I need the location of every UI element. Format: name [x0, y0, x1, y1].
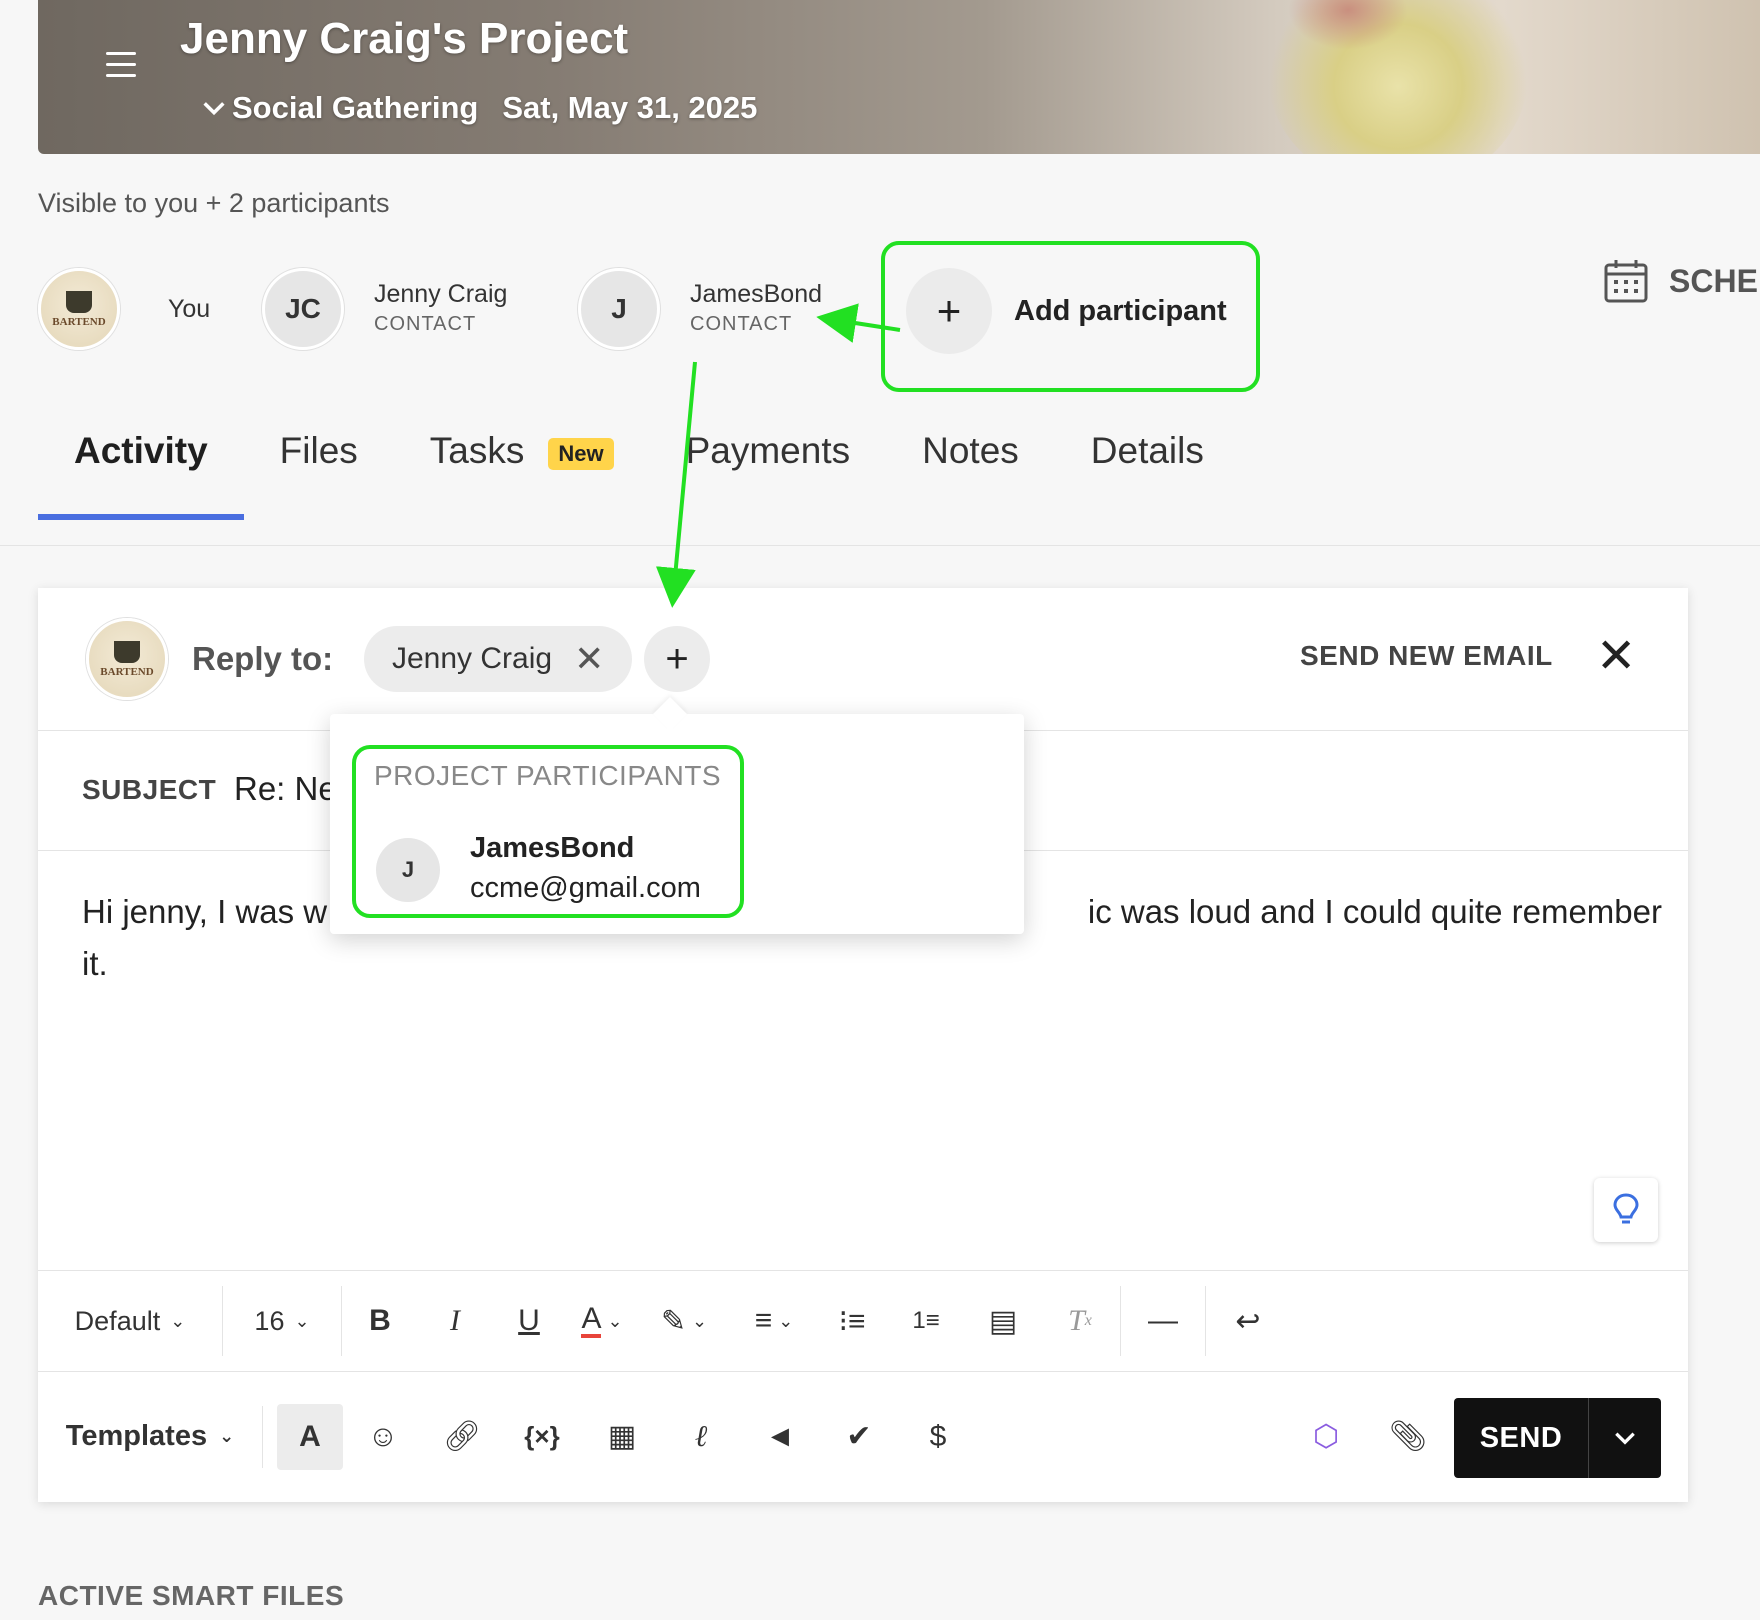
tab-activity[interactable]: Activity [38, 430, 244, 520]
variable-icon[interactable]: {×} [501, 1407, 583, 1467]
remove-recipient-icon[interactable]: ✕ [574, 638, 604, 680]
link-icon[interactable]: 🔗︎ [423, 1407, 501, 1467]
active-smart-files-heading: ACTIVE SMART FILES [38, 1580, 345, 1611]
avatar: JC [262, 268, 344, 350]
megaphone-icon[interactable]: ◄ [741, 1407, 819, 1467]
chevron-down-icon: ⌄ [294, 1310, 310, 1331]
schedule-button[interactable]: SCHE [1603, 258, 1758, 304]
send-options-button[interactable] [1589, 1398, 1661, 1478]
participant-jenny-craig[interactable]: JC Jenny Craig CONTACT [262, 268, 507, 350]
avatar: J [376, 838, 440, 902]
bullet-list-icon[interactable]: ⁝≡ [818, 1291, 886, 1351]
attachment-icon[interactable]: 📎︎ [1368, 1407, 1448, 1467]
verified-check-icon[interactable]: ✔ [819, 1407, 899, 1467]
project-tabs: Activity Files Tasks New Payments Notes D… [38, 430, 1240, 520]
dropdown-heading: PROJECT PARTICIPANTS [374, 760, 722, 791]
chevron-down-icon: ⌄ [219, 1426, 235, 1446]
templates-dropdown[interactable]: Templates ⌄ [38, 1407, 262, 1467]
suggestions-button[interactable] [1594, 1178, 1658, 1242]
visibility-text: Visible to you + 2 participants [38, 188, 390, 218]
participant-jamesbond[interactable]: J JamesBond CONTACT [578, 268, 822, 350]
event-date: Sat, May 31, 2025 [502, 90, 758, 125]
subject-input[interactable]: Re: Ne [234, 770, 337, 808]
insert-toolbar: Templates ⌄ A ☺ 🔗︎ {×} ▦ ℓ ◄ ✔ $ ⬡ 📎︎ [38, 1371, 1688, 1502]
send-button-group: SEND [1454, 1398, 1661, 1478]
font-family-select[interactable]: Default ⌄ [38, 1291, 222, 1351]
highlight-icon[interactable]: ✎ ⌄ [638, 1291, 730, 1351]
reply-to-label: Reply to: [192, 640, 334, 677]
subject-label: SUBJECT [82, 774, 217, 805]
menu-icon[interactable] [106, 52, 136, 78]
lightbulb-icon [1613, 1193, 1639, 1224]
event-type-dropdown[interactable]: Social Gathering [200, 90, 478, 126]
tab-tasks[interactable]: Tasks New [394, 430, 650, 520]
tab-notes[interactable]: Notes [886, 430, 1055, 520]
sender-avatar: BARTEND [86, 618, 168, 700]
payment-icon[interactable]: $ [899, 1407, 977, 1467]
add-participant-button[interactable]: + Add participant [906, 268, 1227, 354]
clear-format-icon[interactable]: Tx [1040, 1291, 1120, 1351]
plus-icon: + [906, 268, 992, 354]
scheduler-icon[interactable]: ▦ [583, 1407, 661, 1467]
underline-icon[interactable]: U [492, 1291, 566, 1351]
align-icon[interactable]: ≡ ⌄ [730, 1291, 818, 1351]
tab-payments[interactable]: Payments [650, 430, 887, 520]
chevron-down-icon: ⌄ [170, 1310, 186, 1331]
bold-icon[interactable]: B [342, 1291, 418, 1351]
divider [0, 545, 1760, 546]
font-style-icon[interactable]: A [277, 1403, 343, 1470]
emoji-icon[interactable]: ☺ [343, 1407, 423, 1467]
horizontal-rule-icon[interactable]: — [1121, 1291, 1205, 1351]
add-recipient-button[interactable]: + [644, 626, 710, 692]
recipient-chip[interactable]: Jenny Craig ✕ [364, 626, 633, 692]
signature-icon[interactable]: ℓ [661, 1407, 741, 1467]
ai-assistant-icon[interactable]: ⬡ [1284, 1407, 1368, 1467]
formatting-toolbar: Default ⌄ 16 ⌄ B I U A ⌄ ✎ ⌄ ≡ ⌄ ⁝≡ 1≡ ▤ Tx —… [38, 1271, 1688, 1371]
undo-icon[interactable]: ↩ [1206, 1291, 1290, 1351]
project-subtitle: Social Gathering Sat, May 31, 2025 [200, 90, 757, 126]
code-block-icon[interactable]: ▤ [966, 1291, 1040, 1351]
chevron-down-icon [1615, 1432, 1635, 1445]
chevron-down-icon [203, 102, 225, 116]
calendar-icon [1604, 260, 1648, 303]
avatar: J [578, 268, 660, 350]
tab-files[interactable]: Files [244, 430, 394, 520]
font-size-select[interactable]: 16 ⌄ [223, 1291, 341, 1351]
new-badge: New [548, 438, 614, 470]
participant-you[interactable]: BARTEND You [38, 268, 210, 350]
project-title: Jenny Craig's Project [180, 14, 629, 63]
send-button[interactable]: SEND [1454, 1398, 1589, 1478]
send-new-email-button[interactable]: SEND NEW EMAIL [1300, 640, 1553, 672]
plus-icon: + [665, 636, 689, 681]
avatar: BARTEND [38, 268, 120, 350]
close-icon[interactable]: ✕ [1596, 628, 1636, 684]
text-color-icon[interactable]: A ⌄ [566, 1291, 638, 1351]
numbered-list-icon[interactable]: 1≡ [886, 1291, 966, 1351]
tab-details[interactable]: Details [1055, 430, 1240, 520]
italic-icon[interactable]: I [418, 1291, 492, 1351]
